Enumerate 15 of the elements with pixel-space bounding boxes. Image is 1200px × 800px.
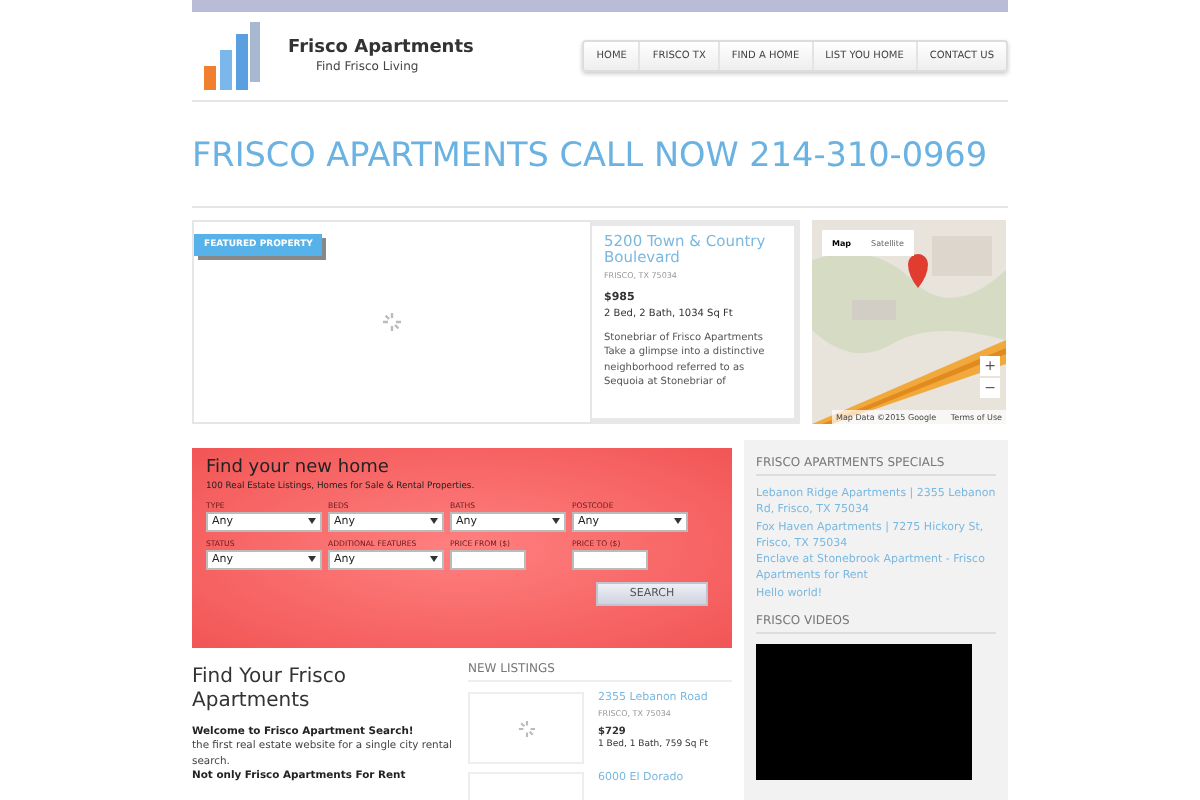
caret-icon: [308, 556, 316, 563]
loading-spinner-icon: [382, 312, 402, 332]
caret-icon: [552, 518, 560, 525]
caret-icon: [308, 518, 316, 525]
search-title: Find your new home: [206, 460, 391, 480]
bar-chart-logo-icon: [200, 22, 264, 90]
page-headline: FRISCO APARTMENTS CALL NOW 214-310-0969: [192, 102, 1008, 208]
input-field[interactable]: [572, 549, 648, 570]
site-title[interactable]: Frisco Apartments: [288, 38, 474, 58]
input-field[interactable]: [450, 549, 526, 570]
caret-icon: [430, 518, 438, 525]
loading-spinner-icon: [517, 719, 535, 737]
caret-icon: [430, 556, 438, 563]
section-heading: Find Your Frisco Apartments: [192, 666, 348, 714]
caret-icon: [674, 518, 682, 525]
